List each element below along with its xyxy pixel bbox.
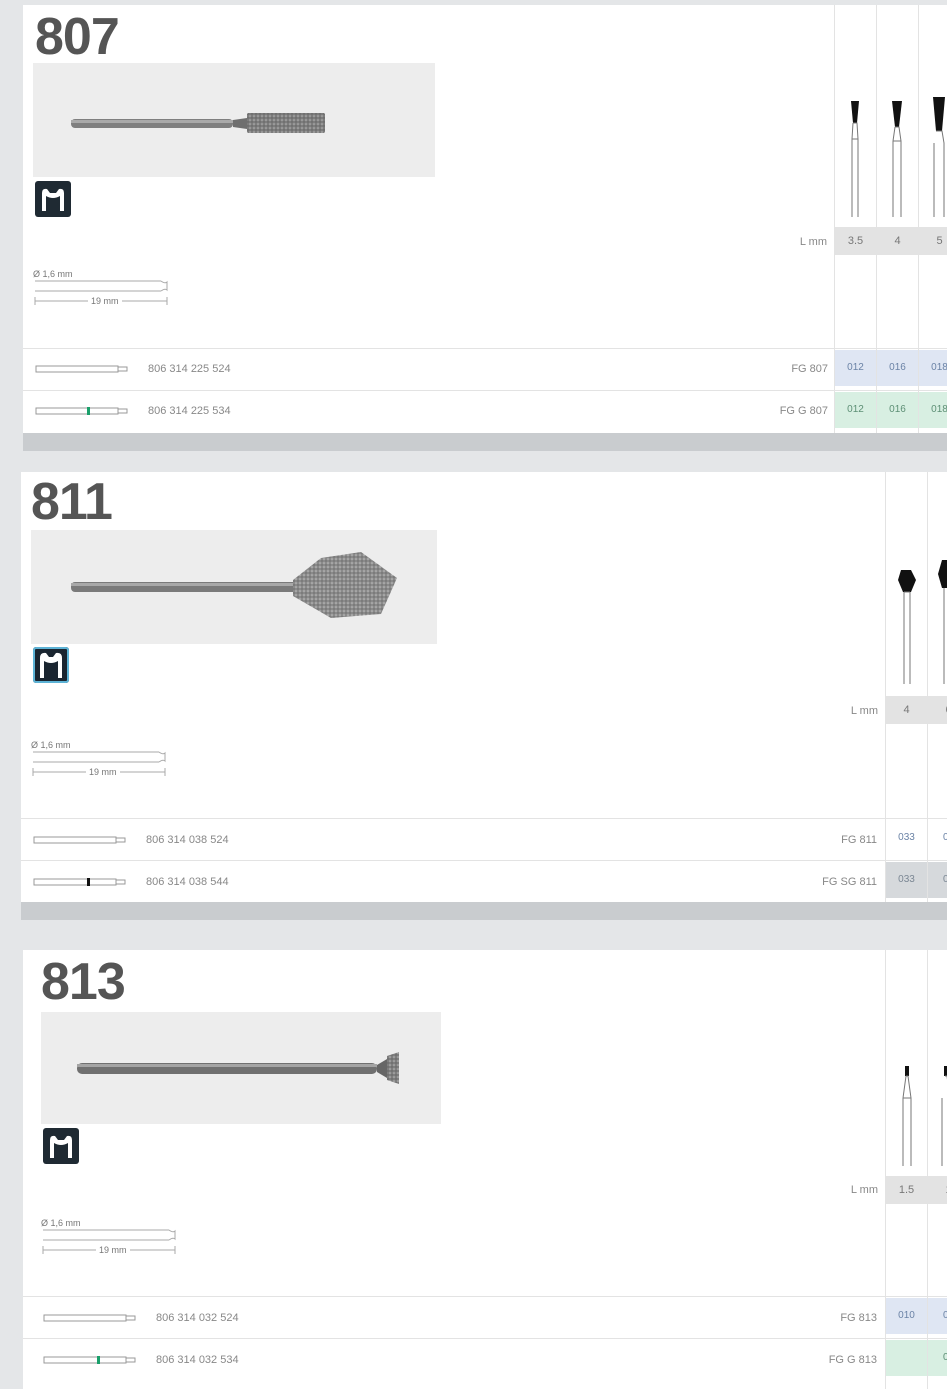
size-cell[interactable]: 01 xyxy=(928,1298,947,1334)
length-cell: 4 xyxy=(877,227,918,255)
shank-icon xyxy=(35,407,128,415)
size-cell[interactable]: 018 xyxy=(919,350,947,386)
burr-image xyxy=(71,113,325,133)
length-cell: 6 xyxy=(928,696,947,724)
catalog-reference: 806 314 038 524 xyxy=(146,834,229,846)
product-card-807: 807 Ø 1,6 mm 19 mm L mm 3.5 4 5 806 314 … xyxy=(23,5,947,451)
size-cell[interactable]: 04 xyxy=(928,862,947,898)
product-photo xyxy=(33,63,435,177)
model-number: 807 xyxy=(35,8,120,66)
size-cell[interactable]: 018 xyxy=(919,392,947,428)
burr-drawing xyxy=(887,101,907,222)
divider xyxy=(23,348,947,349)
tooth-icon xyxy=(33,647,69,683)
length-cell: 5 xyxy=(919,227,947,255)
burr-image xyxy=(71,552,397,618)
fg-code: FG SG 811 xyxy=(822,876,877,888)
length-cell: 4 xyxy=(886,696,927,724)
size-cell[interactable]: 033 xyxy=(886,820,927,856)
burr-drawing xyxy=(935,1066,947,1171)
catalog-reference: 806 314 032 534 xyxy=(156,1354,239,1366)
fg-code: FG G 807 xyxy=(779,405,828,417)
product-card-813: 813 Ø 1,6 mm 19 mm L mm 1.5 806 314 032 … xyxy=(23,950,947,1389)
burr-drawing xyxy=(929,97,947,222)
product-photo xyxy=(41,1012,441,1124)
shank-dimension-diagram: Ø 1,6 mm 19 mm xyxy=(31,738,171,782)
length-mm-label: L mm xyxy=(799,236,827,248)
fg-code: FG 811 xyxy=(841,834,877,846)
card-footer-bar xyxy=(21,902,947,920)
length-mm-label: L mm xyxy=(850,705,878,717)
length-cell: 1.5 xyxy=(886,1176,927,1204)
size-cell[interactable] xyxy=(886,1340,927,1376)
shank-icon xyxy=(33,836,126,844)
shank-dimension-diagram: Ø 1,6 mm 19 mm xyxy=(41,1216,181,1260)
length-label: 19 mm xyxy=(86,767,120,777)
burr-drawing xyxy=(897,1066,917,1171)
catalog-reference: 806 314 225 524 xyxy=(148,363,231,375)
burr-image xyxy=(77,1052,399,1084)
catalog-reference: 806 314 038 544 xyxy=(146,876,229,888)
catalog-reference: 806 314 225 534 xyxy=(148,405,231,417)
product-card-811: 811 Ø 1,6 mm 19 mm L mm 4 806 314 038 52… xyxy=(21,472,947,920)
model-number: 811 xyxy=(31,473,113,531)
length-cell: 3.5 xyxy=(835,227,876,255)
shank-icon xyxy=(35,365,128,373)
divider xyxy=(23,390,947,391)
divider xyxy=(21,818,947,819)
burr-drawing xyxy=(896,568,918,689)
shank-dimension-diagram: Ø 1,6 mm 19 mm xyxy=(33,267,173,311)
length-cell: 1 xyxy=(928,1176,947,1204)
tooth-icon xyxy=(35,181,71,217)
shank-icon xyxy=(43,1314,136,1322)
size-cell[interactable]: 012 xyxy=(835,350,876,386)
divider xyxy=(21,860,947,861)
divider xyxy=(23,1338,947,1339)
shank-icon xyxy=(33,878,126,886)
catalog-reference: 806 314 032 524 xyxy=(156,1312,239,1324)
length-label: 19 mm xyxy=(88,296,122,306)
fg-code: FG 813 xyxy=(840,1312,877,1324)
card-footer-bar xyxy=(23,433,947,451)
size-cell[interactable]: 033 xyxy=(886,862,927,898)
size-cell[interactable]: 010 xyxy=(886,1298,927,1334)
length-mm-label: L mm xyxy=(850,1184,878,1196)
tooth-icon xyxy=(43,1128,79,1164)
burr-drawing xyxy=(934,558,947,689)
divider xyxy=(23,1296,947,1297)
length-label: 19 mm xyxy=(96,1245,130,1255)
fg-code: FG 807 xyxy=(791,363,828,375)
size-cell[interactable]: 04 xyxy=(928,820,947,856)
shank-icon xyxy=(43,1356,136,1364)
size-cell[interactable]: 01 xyxy=(928,1340,947,1376)
size-cell[interactable]: 016 xyxy=(877,392,918,428)
product-photo xyxy=(31,530,437,644)
burr-drawing xyxy=(845,101,865,222)
model-number: 813 xyxy=(41,953,126,1011)
size-cell[interactable]: 016 xyxy=(877,350,918,386)
size-cell[interactable]: 012 xyxy=(835,392,876,428)
fg-code: FG G 813 xyxy=(828,1354,877,1366)
